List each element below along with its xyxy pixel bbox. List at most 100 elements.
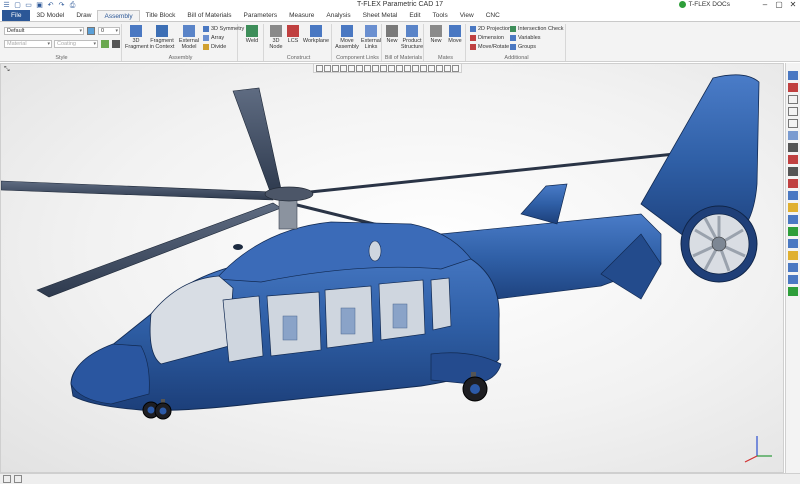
view-filter-icon[interactable] [316, 65, 323, 72]
move-assembly-button[interactable]: Move Assembly [335, 25, 359, 50]
undo-icon[interactable]: ↶ [46, 2, 55, 10]
coating-select[interactable]: Coating [54, 40, 98, 48]
rotate-icon[interactable] [788, 131, 798, 140]
view-body-icon[interactable] [364, 65, 371, 72]
view-lcs-icon[interactable] [396, 65, 403, 72]
redo-icon[interactable]: ↷ [57, 2, 66, 10]
save-icon[interactable]: ▣ [35, 2, 44, 10]
view-plane-icon[interactable] [388, 65, 395, 72]
view-grid-icon[interactable] [372, 65, 379, 72]
zoom-all-icon[interactable] [788, 71, 798, 80]
move-rotate-button[interactable]: Move/Rotate [470, 44, 509, 50]
lcs-button[interactable]: LCS [286, 25, 300, 44]
apply-material-icon[interactable] [101, 40, 109, 48]
style-select[interactable]: Default [4, 27, 84, 35]
view-top-icon[interactable] [788, 251, 798, 260]
view-light-icon[interactable] [444, 65, 451, 72]
render-icon[interactable] [788, 227, 798, 236]
view-face-icon[interactable] [356, 65, 363, 72]
color-swatch-icon[interactable] [87, 27, 95, 35]
view-text-icon[interactable] [436, 65, 443, 72]
pin-icon[interactable]: ⤡ [4, 66, 12, 74]
fragment-in-context-button[interactable]: Fragment in Context [148, 25, 176, 50]
view-iso-icon[interactable] [788, 263, 798, 272]
perspective-icon[interactable] [788, 215, 798, 224]
new-icon[interactable]: ▢ [13, 2, 22, 10]
projection-button[interactable]: 2D Projection [470, 26, 511, 32]
external-model-button[interactable]: External Model [177, 25, 201, 50]
view-dim-icon[interactable] [428, 65, 435, 72]
helicopter-model[interactable] [1, 64, 784, 473]
product-structure-button[interactable]: Product Structure [400, 25, 424, 50]
weld-button[interactable]: Weld [241, 25, 263, 44]
view-curve-icon[interactable] [412, 65, 419, 72]
external-links-button[interactable]: External Links [360, 25, 382, 50]
view-snap-icon[interactable] [332, 65, 339, 72]
view-front-icon[interactable] [788, 239, 798, 248]
maximize-button[interactable]: ▢ [772, 0, 786, 10]
view-point-icon[interactable] [340, 65, 347, 72]
status-snap-icon[interactable] [14, 475, 22, 483]
app-menu-icon[interactable]: ☰ [2, 2, 11, 10]
print-icon[interactable]: ⎙ [68, 2, 77, 10]
product-structure-label: Product Structure [400, 38, 424, 50]
tab-analysis[interactable]: Analysis [320, 10, 356, 21]
wireframe-icon[interactable] [788, 179, 798, 188]
tab-bill-of-materials[interactable]: Bill of Materials [181, 10, 237, 21]
view-axis-icon[interactable] [380, 65, 387, 72]
tab-assembly[interactable]: Assembly [97, 10, 140, 21]
docs-status[interactable]: T-FLEX DOCs [679, 1, 730, 8]
view-fragment-icon[interactable] [420, 65, 427, 72]
3d-viewport[interactable]: ⤡ [0, 63, 784, 473]
pan-icon[interactable] [788, 143, 798, 152]
view-select-icon[interactable] [324, 65, 331, 72]
tab-sheet-metal[interactable]: Sheet Metal [357, 10, 404, 21]
tab-parameters[interactable]: Parameters [238, 10, 284, 21]
material-select[interactable]: Material [4, 40, 52, 48]
zoom-out-icon[interactable] [788, 107, 798, 116]
tab-title-block[interactable]: Title Block [140, 10, 182, 21]
tab-3d-model[interactable]: 3D Model [30, 10, 70, 21]
magnet-icon[interactable] [788, 83, 798, 92]
section-icon[interactable] [788, 155, 798, 164]
hidden-lines-icon[interactable] [788, 191, 798, 200]
shade-icon[interactable] [788, 167, 798, 176]
variables-button[interactable]: Variables [510, 35, 541, 41]
view-sketch-icon[interactable] [404, 65, 411, 72]
tab-cnc[interactable]: CNC [480, 10, 506, 21]
status-grid-icon[interactable] [3, 475, 11, 483]
view-camera-icon[interactable] [452, 65, 459, 72]
mates-new-icon [430, 25, 442, 37]
tab-draw[interactable]: Draw [70, 10, 97, 21]
tab-edit[interactable]: Edit [403, 10, 426, 21]
node-button[interactable]: 3D Node [267, 25, 285, 50]
texture-view-icon[interactable] [788, 203, 798, 212]
minimize-button[interactable]: – [758, 0, 772, 10]
tab-view[interactable]: View [454, 10, 480, 21]
divide-button[interactable]: Divide [203, 44, 226, 50]
view-left-icon[interactable] [788, 275, 798, 284]
variables-icon [510, 35, 516, 41]
texture-icon[interactable] [112, 40, 120, 48]
width-select[interactable]: 0 [98, 27, 120, 35]
bom-new-button[interactable]: New [385, 25, 399, 44]
symmetry-button[interactable]: 3D Symmetry [203, 26, 244, 32]
close-button[interactable]: ✕ [786, 0, 800, 10]
intersection-check-button[interactable]: Intersection Check [510, 26, 564, 32]
workplane-button[interactable]: Workplane [301, 25, 331, 44]
view-right-icon[interactable] [788, 287, 798, 296]
zoom-in-icon[interactable] [788, 95, 798, 104]
upper-window [368, 240, 382, 262]
dimension-button[interactable]: Dimension [470, 35, 504, 41]
fragment-button[interactable]: 3D Fragment [125, 25, 149, 50]
groups-button[interactable]: Groups [510, 44, 536, 50]
tab-measure[interactable]: Measure [283, 10, 320, 21]
mates-move-button[interactable]: Move [446, 25, 464, 44]
zoom-window-icon[interactable] [788, 119, 798, 128]
tab-tools[interactable]: Tools [427, 10, 454, 21]
array-button[interactable]: Array [203, 35, 224, 41]
open-icon[interactable]: ▭ [24, 2, 33, 10]
mates-new-button[interactable]: New [428, 25, 444, 44]
view-edge-icon[interactable] [348, 65, 355, 72]
tab-file[interactable]: File [2, 10, 31, 21]
